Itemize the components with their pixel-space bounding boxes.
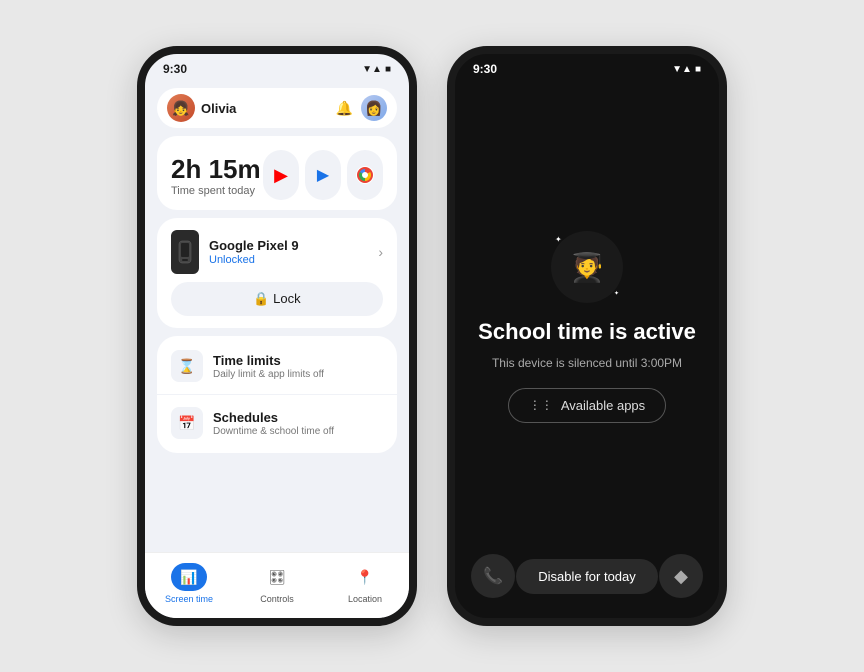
schedules-info: Schedules Downtime & school time off	[213, 410, 383, 437]
screen-time-nav-label: Screen time	[165, 594, 213, 604]
time-limits-title: Time limits	[213, 353, 383, 368]
lock-button[interactable]: 🔒 Lock	[171, 282, 383, 316]
time-label: Time spent today	[171, 185, 261, 197]
time-limits-sub: Daily limit & app limits off	[213, 369, 383, 380]
battery-icon: ■	[385, 64, 391, 75]
schedules-sub: Downtime & school time off	[213, 426, 383, 437]
user-name: Olivia	[201, 101, 236, 116]
status-icons-dark: ▼▲ ■	[672, 64, 701, 75]
schedules-icon: 📅	[171, 407, 203, 439]
status-bar-dark: 9:30 ▼▲ ■	[455, 54, 719, 80]
call-button[interactable]: 📞	[471, 554, 515, 598]
wifi-icon: ▼▲	[362, 64, 382, 75]
device-card: Google Pixel 9 Unlocked › 🔒 Lock	[157, 218, 397, 328]
battery-icon-dark: ■	[695, 64, 701, 75]
avatar-small: 👧	[167, 94, 195, 122]
status-time-light: 9:30	[163, 62, 187, 76]
device-status: Unlocked	[209, 254, 368, 266]
school-icon-circle: 🧑‍🎓	[551, 231, 623, 303]
dark-phone: 9:30 ▼▲ ■ 🧑‍🎓 School time is active This…	[447, 46, 727, 626]
nav-location[interactable]: 📍 Location	[321, 563, 409, 604]
controls-nav-label: Controls	[260, 594, 294, 604]
chevron-icon: ›	[378, 244, 383, 260]
bottom-nav: 📊 Screen time 🎛 Controls 📍 Location	[145, 552, 409, 618]
dark-phone-content: 🧑‍🎓 School time is active This device is…	[455, 80, 719, 554]
diamond-button[interactable]: ◆	[659, 554, 703, 598]
bell-icon[interactable]: 🔔	[336, 100, 353, 117]
menu-card: ⌛ Time limits Daily limit & app limits o…	[157, 336, 397, 453]
wifi-icon-dark: ▼▲	[672, 64, 692, 75]
device-info: Google Pixel 9 Unlocked	[209, 238, 368, 266]
device-icon	[171, 230, 199, 274]
nav-screen-time[interactable]: 📊 Screen time	[145, 563, 233, 604]
status-bar-light: 9:30 ▼▲ ■	[145, 54, 409, 80]
school-title: School time is active	[478, 319, 696, 345]
user-bar-icons: 🔔 👩	[336, 95, 387, 121]
screen-time-nav-icon: 📊	[171, 563, 207, 591]
school-subtitle: This device is silenced until 3:00PM	[492, 356, 682, 370]
time-limits-info: Time limits Daily limit & app limits off	[213, 353, 383, 380]
user-bar: 👧 Olivia 🔔 👩	[157, 88, 397, 128]
device-row: Google Pixel 9 Unlocked ›	[171, 230, 383, 274]
user-left: 👧 Olivia	[167, 94, 236, 122]
location-nav-label: Location	[348, 594, 382, 604]
app-chrome[interactable]	[347, 150, 383, 200]
screen-time-card: 2h 15m Time spent today ▶ ▶	[157, 136, 397, 210]
school-person-emoji: 🧑‍🎓	[570, 251, 605, 284]
available-apps-button[interactable]: ⋮⋮ Available apps	[508, 388, 666, 423]
status-icons-light: ▼▲ ■	[362, 64, 391, 75]
big-time: 2h 15m	[171, 154, 261, 185]
time-info: 2h 15m Time spent today	[171, 154, 261, 197]
device-name: Google Pixel 9	[209, 238, 368, 253]
light-phone-content: 👧 Olivia 🔔 👩 2h 15m Time spent today ▶	[145, 80, 409, 552]
profile-avatar[interactable]: 👩	[361, 95, 387, 121]
time-limits-icon: ⌛	[171, 350, 203, 382]
time-row: 2h 15m Time spent today ▶ ▶	[171, 150, 383, 200]
location-nav-icon: 📍	[347, 563, 383, 591]
app-play[interactable]: ▶	[305, 150, 341, 200]
app-youtube[interactable]: ▶	[263, 150, 299, 200]
status-time-dark: 9:30	[473, 62, 497, 76]
schedules-item[interactable]: 📅 Schedules Downtime & school time off	[157, 394, 397, 451]
time-limits-item[interactable]: ⌛ Time limits Daily limit & app limits o…	[157, 338, 397, 394]
nav-controls[interactable]: 🎛 Controls	[233, 563, 321, 604]
dark-phone-bottom: 📞 Disable for today ◆	[455, 554, 719, 618]
controls-nav-icon: 🎛	[259, 563, 295, 591]
light-phone: 9:30 ▼▲ ■ 👧 Olivia 🔔 👩	[137, 46, 417, 626]
available-apps-label: Available apps	[561, 398, 645, 413]
app-icons-row: ▶ ▶	[263, 150, 383, 200]
disable-for-today-button[interactable]: Disable for today	[516, 559, 658, 594]
schedules-title: Schedules	[213, 410, 383, 425]
apps-grid-icon: ⋮⋮	[529, 398, 553, 412]
